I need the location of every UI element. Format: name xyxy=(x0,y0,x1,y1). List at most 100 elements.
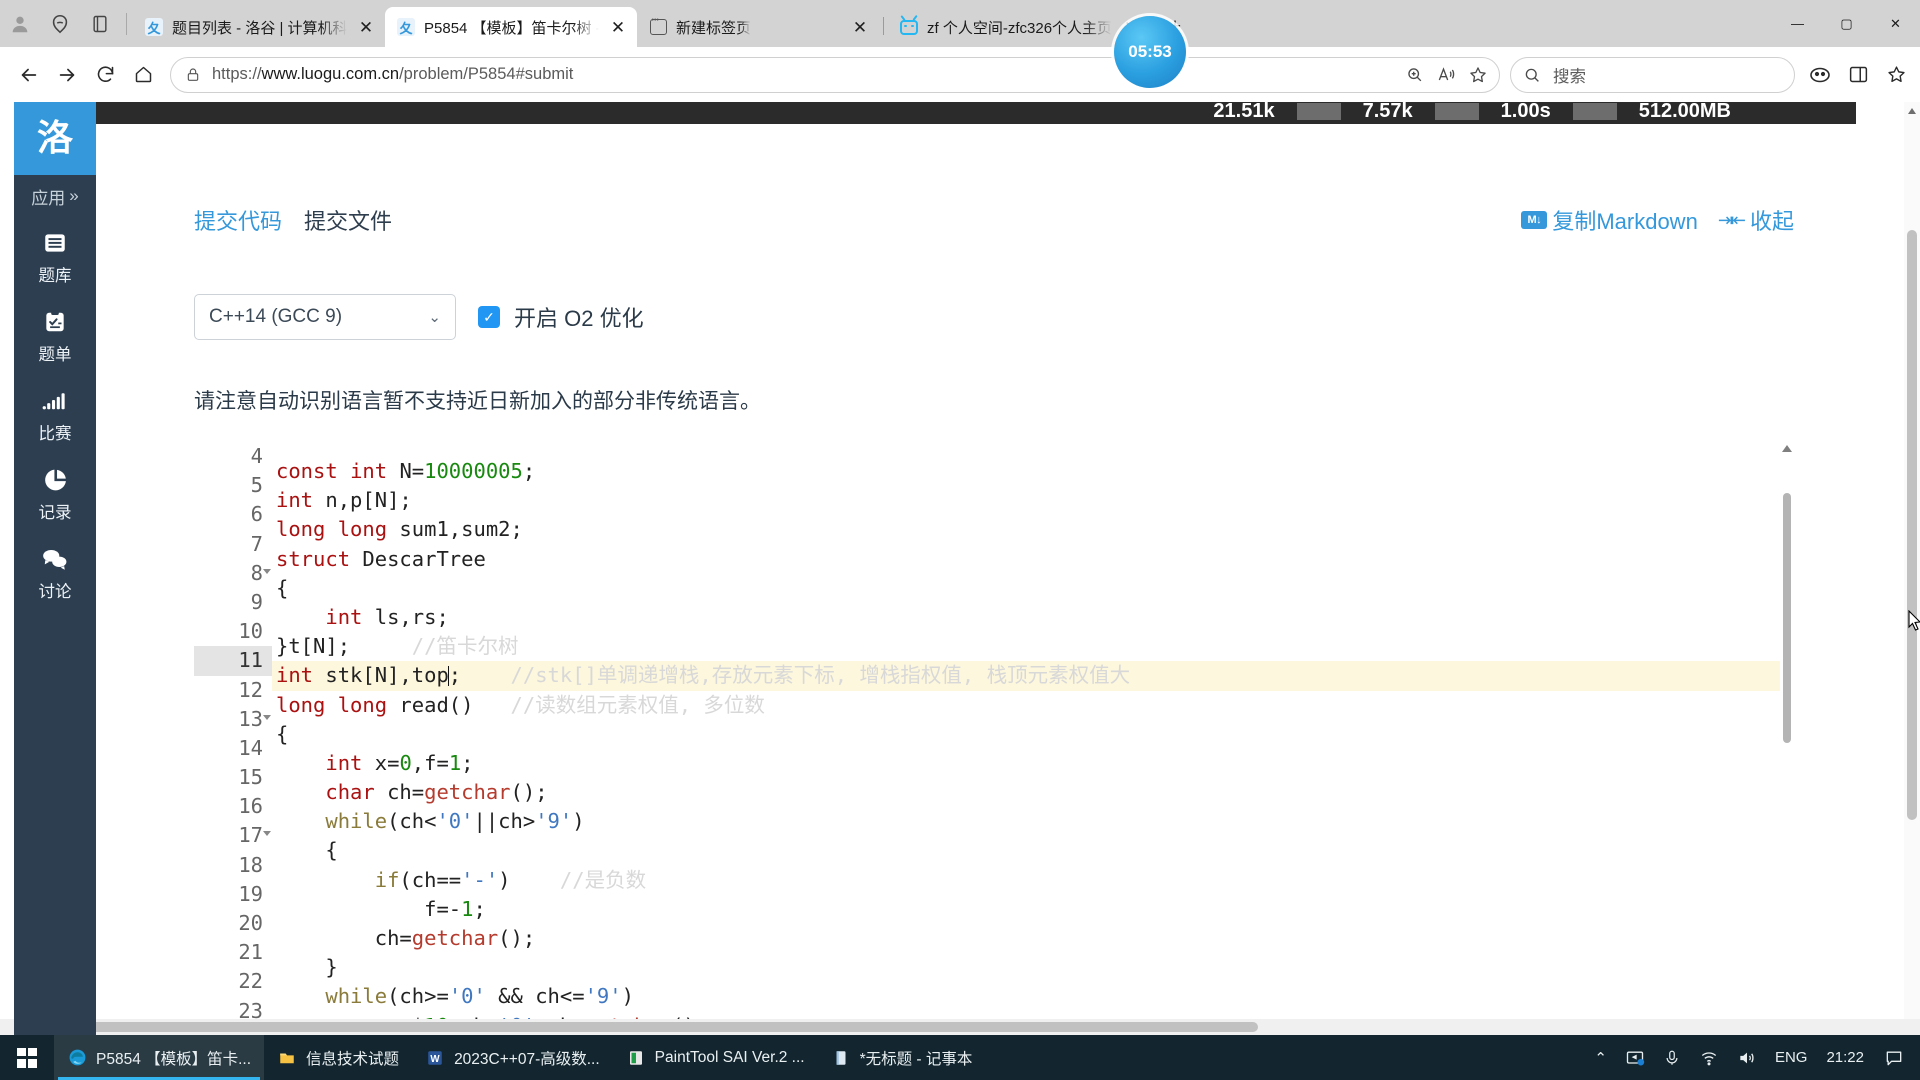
favorites-icon[interactable] xyxy=(1877,56,1915,94)
code-line[interactable]: { xyxy=(272,836,1794,865)
address-bar[interactable]: https://www.luogu.com.cn/problem/P5854#s… xyxy=(170,56,1500,93)
browser-tab[interactable]: zf 个人空间-zfc326个人主页 ✕ xyxy=(888,7,1150,47)
scrollbar-thumb[interactable] xyxy=(18,1022,1258,1032)
taskbar-item-folder[interactable]: 信息技术试题 xyxy=(264,1035,412,1080)
close-window-button[interactable]: ✕ xyxy=(1871,0,1920,47)
reload-icon[interactable] xyxy=(86,56,124,94)
show-hidden-icons-chevron-icon[interactable]: ⌃ xyxy=(1585,1035,1616,1080)
search-box[interactable]: 搜索 xyxy=(1510,56,1795,93)
tab-submit-code[interactable]: 提交代码 xyxy=(194,204,282,236)
maximize-button[interactable]: ▢ xyxy=(1822,0,1871,47)
scroll-up-arrow-icon[interactable] xyxy=(1908,108,1916,114)
close-icon[interactable]: ✕ xyxy=(605,14,631,40)
language-select[interactable]: C++14 (GCC 9) ⌄ xyxy=(194,294,456,340)
code-line[interactable]: int stk[N],top; //stk[]单调递增栈,存放元素下标, 增栈指… xyxy=(272,661,1794,691)
taskbar-clock[interactable]: 21:22 xyxy=(1816,1035,1874,1080)
code-token: '0' xyxy=(448,984,486,1009)
sidebar-apps-toggle[interactable]: 应用 » xyxy=(14,175,96,217)
volume-icon[interactable] xyxy=(1728,1035,1766,1080)
code-line[interactable]: long long sum1,sum2; xyxy=(272,515,1794,544)
taskbar-item-paintool-sai[interactable]: PaintTool SAI Ver.2 ... xyxy=(613,1035,818,1080)
code-editor[interactable]: 3456789101112131415161718192021222324 co… xyxy=(194,443,1794,1035)
microphone-icon[interactable] xyxy=(1654,1035,1690,1080)
code-line[interactable]: }t[N]; //笛卡尔树 xyxy=(272,632,1794,661)
code-token: '0' xyxy=(436,809,474,834)
code-line[interactable]: ch=getchar(); xyxy=(272,924,1794,953)
code-token: ; xyxy=(448,663,511,688)
minimize-button[interactable]: — xyxy=(1773,0,1822,47)
line-number: 15 xyxy=(238,765,263,790)
collections-icon[interactable] xyxy=(1915,56,1920,94)
checkbox-checked-icon[interactable]: ✓ xyxy=(478,306,500,328)
code-line[interactable]: { xyxy=(272,574,1794,603)
read-aloud-icon[interactable] xyxy=(1431,60,1461,90)
chevron-down-icon: ⌄ xyxy=(428,309,441,326)
stat-accepted: 7.57k xyxy=(1362,102,1413,122)
code-line[interactable] xyxy=(272,443,1794,457)
forward-icon[interactable] xyxy=(48,56,86,94)
taskbar-item-edge[interactable]: P5854 【模板】笛卡... xyxy=(54,1035,265,1080)
scroll-up-arrow-icon[interactable] xyxy=(1782,445,1792,452)
code-line[interactable]: int n,p[N]; xyxy=(272,486,1794,515)
page-vertical-scrollbar[interactable] xyxy=(1904,102,1920,1035)
fold-arrow-icon[interactable] xyxy=(263,568,271,574)
browser-tab[interactable]: 夂 题目列表 - 洛谷 | 计算机科学教育 ✕ xyxy=(133,7,385,47)
editor-gutter: 3456789101112131415161718192021222324 xyxy=(194,443,272,1035)
code-line[interactable]: char ch=getchar(); xyxy=(272,778,1794,807)
collapse-button[interactable]: ⇥⇤ 收起 xyxy=(1718,204,1794,236)
fold-arrow-icon[interactable] xyxy=(263,714,271,720)
code-token: 10000005 xyxy=(424,459,523,483)
start-button[interactable] xyxy=(0,1035,54,1080)
profile-icon[interactable] xyxy=(0,0,40,47)
editor-vertical-scrollbar[interactable] xyxy=(1780,443,1794,1035)
taskbar-item-notepad[interactable]: *无标题 - 记事本 xyxy=(818,1035,986,1080)
sidebar-item-problems[interactable]: 题库 xyxy=(14,217,96,296)
split-view-icon[interactable] xyxy=(1839,56,1877,94)
copilot-icon[interactable] xyxy=(1801,56,1839,94)
code-line[interactable]: const int N=10000005; xyxy=(272,457,1794,486)
book-icon xyxy=(42,228,68,258)
screen-cast-icon[interactable] xyxy=(1616,1035,1654,1080)
sai-icon xyxy=(626,1048,646,1068)
code-line[interactable]: int x=0,f=1; xyxy=(272,749,1794,778)
back-icon[interactable] xyxy=(10,56,48,94)
code-line[interactable]: f=-1; xyxy=(272,895,1794,924)
code-token: ; xyxy=(461,750,474,775)
luogu-logo[interactable]: 洛 xyxy=(14,102,96,175)
favorite-star-icon[interactable] xyxy=(1463,60,1493,90)
code-line[interactable]: int ls,rs; xyxy=(272,603,1794,632)
browser-tab[interactable]: 新建标签页 ✕ xyxy=(637,7,879,47)
browser-essentials-icon[interactable] xyxy=(40,0,80,47)
code-line[interactable]: if(ch=='-') //是负数 xyxy=(272,866,1794,895)
fold-arrow-icon[interactable] xyxy=(263,831,271,837)
sidebar-item-discussions[interactable]: 讨论 xyxy=(14,533,96,612)
close-icon[interactable]: ✕ xyxy=(847,14,873,40)
taskbar-item-word[interactable]: W 2023C++07-高级数... xyxy=(412,1035,613,1080)
scrollbar-thumb[interactable] xyxy=(1783,493,1791,743)
close-icon[interactable]: ✕ xyxy=(353,14,379,40)
split-screen-icon[interactable] xyxy=(80,0,120,47)
language-indicator[interactable]: ENG xyxy=(1766,1035,1817,1080)
sidebar-item-problem-sets[interactable]: 题单 xyxy=(14,296,96,375)
code-line[interactable]: { xyxy=(272,720,1794,749)
notification-icon[interactable] xyxy=(1874,1035,1916,1080)
code-line[interactable]: struct DescarTree xyxy=(272,545,1794,574)
site-info-icon[interactable] xyxy=(185,67,201,83)
wifi-icon[interactable] xyxy=(1690,1035,1728,1080)
code-line[interactable]: while(ch<'0'||ch>'9') xyxy=(272,807,1794,836)
tab-submit-file[interactable]: 提交文件 xyxy=(304,204,392,236)
page-horizontal-scrollbar[interactable] xyxy=(0,1019,1920,1035)
o2-optimization-toggle[interactable]: ✓ 开启 O2 优化 xyxy=(478,301,644,333)
code-token: ||ch> xyxy=(473,809,536,834)
home-icon[interactable] xyxy=(124,56,162,94)
editor-code[interactable]: const int N=10000005; int n,p[N]; long lon… xyxy=(272,443,1794,1035)
code-line[interactable]: long long read() //读数组元素权值, 多位数 xyxy=(272,691,1794,720)
sidebar-item-contests[interactable]: 比赛 xyxy=(14,375,96,454)
zoom-icon[interactable] xyxy=(1399,60,1429,90)
copy-markdown-button[interactable]: M↓ 复制Markdown xyxy=(1521,204,1698,236)
browser-tab-active[interactable]: 夂 P5854 【模板】笛卡尔树 - 洛谷 | ✕ xyxy=(385,7,637,47)
code-line[interactable]: } xyxy=(272,953,1794,982)
sidebar-item-records[interactable]: 记录 xyxy=(14,454,96,533)
code-line[interactable]: while(ch>='0' && ch<='9') xyxy=(272,982,1794,1011)
scrollbar-thumb[interactable] xyxy=(1907,230,1917,820)
